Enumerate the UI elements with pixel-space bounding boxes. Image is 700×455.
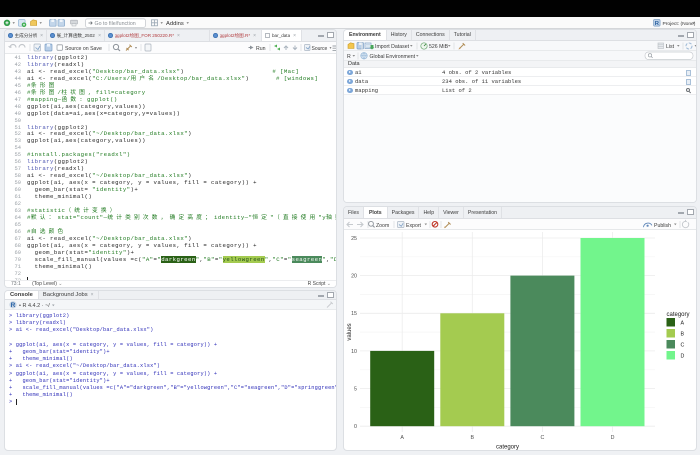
svg-text:B: B	[471, 435, 475, 441]
svg-text:A: A	[400, 435, 404, 441]
svg-text:Import Dataset: Import Dataset	[375, 44, 410, 50]
svg-text:category: category	[496, 445, 519, 451]
svg-text:15: 15	[351, 311, 357, 317]
svg-text:Addins: Addins	[166, 21, 184, 27]
svg-text:R: R	[347, 54, 351, 60]
svg-text:D: D	[681, 354, 685, 360]
svg-text:A: A	[681, 321, 685, 327]
svg-text:category: category	[667, 312, 690, 318]
svg-text:Zoom: Zoom	[376, 223, 389, 229]
svg-text:Run: Run	[256, 46, 266, 52]
svg-text:0: 0	[354, 424, 357, 430]
svg-text:C: C	[540, 435, 544, 441]
svg-text:values: values	[347, 323, 353, 340]
svg-text:Source: Source	[312, 46, 328, 52]
svg-text:526 MiB: 526 MiB	[429, 44, 449, 50]
svg-text:D: D	[611, 435, 615, 441]
svg-text:List: List	[666, 44, 675, 50]
svg-text:Source on Save: Source on Save	[65, 46, 102, 52]
svg-text:R: R	[11, 302, 16, 309]
svg-text:Export: Export	[406, 223, 422, 229]
svg-text:5: 5	[354, 387, 357, 393]
svg-text:C: C	[681, 343, 685, 349]
svg-text:Publish: Publish	[654, 223, 671, 229]
svg-text:Go to file/function: Go to file/function	[95, 21, 136, 27]
svg-text:Global Environment: Global Environment	[370, 54, 416, 60]
svg-text:20: 20	[351, 274, 357, 280]
svg-text:• R 4.4.2 · ~/: • R 4.4.2 · ~/	[19, 303, 50, 309]
svg-text:Project: (None): Project: (None)	[663, 21, 696, 27]
svg-text:B: B	[681, 332, 685, 338]
svg-text:10: 10	[351, 349, 357, 355]
svg-text:25: 25	[351, 236, 357, 242]
